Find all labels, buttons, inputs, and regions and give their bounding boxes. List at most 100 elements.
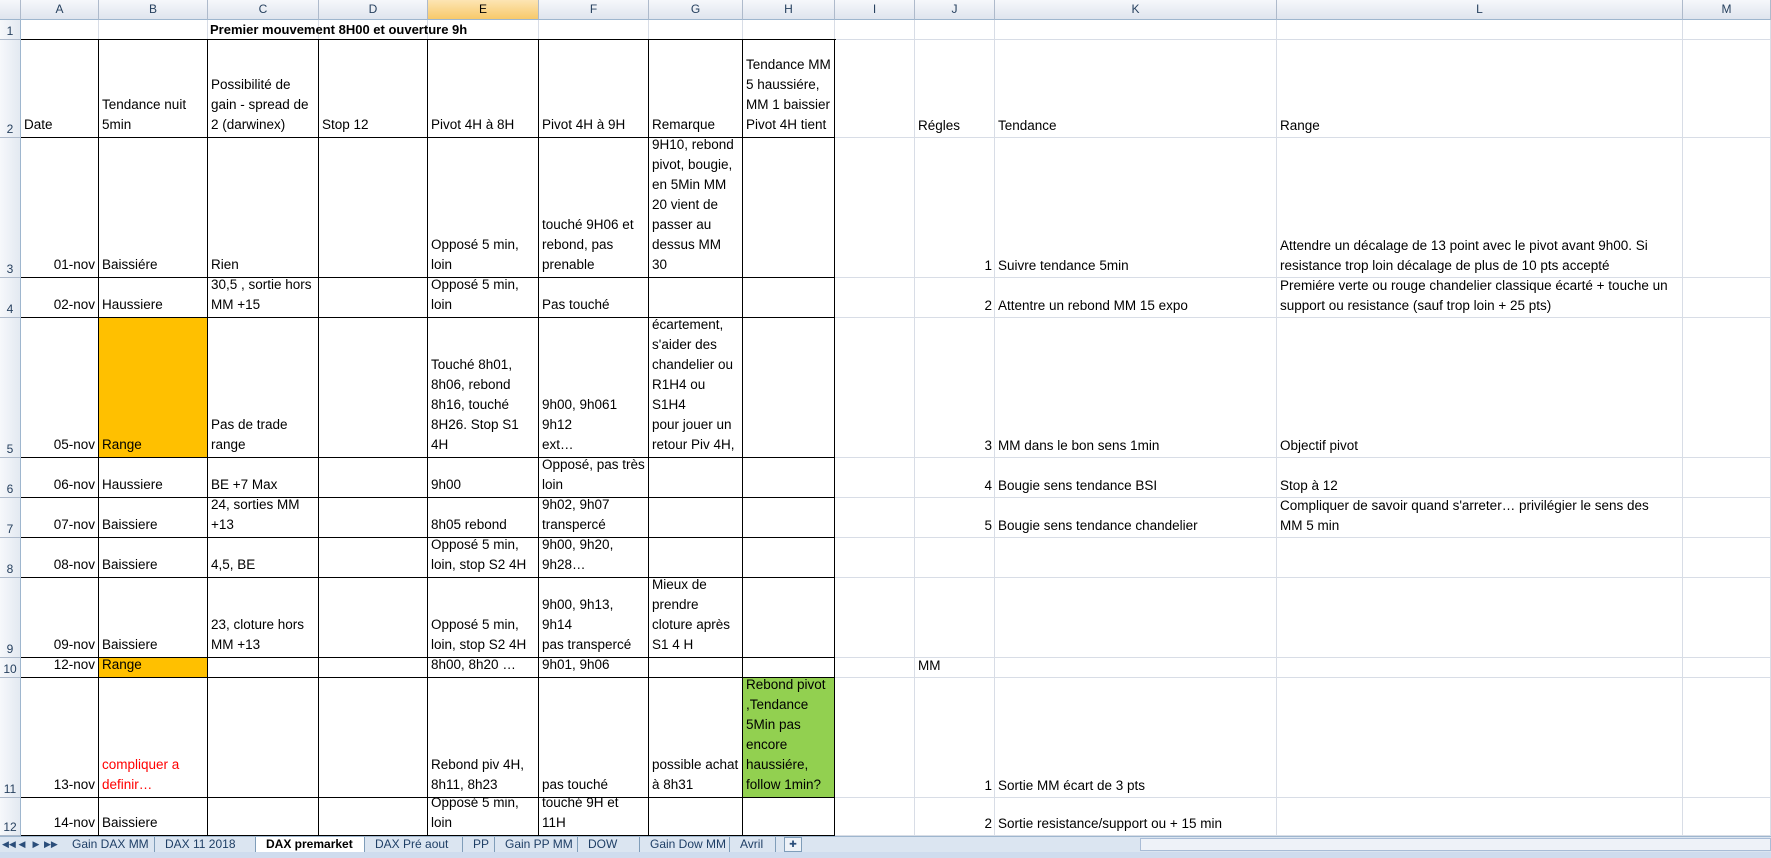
cell-f11[interactable]: pas touché (539, 678, 649, 798)
column-header-f[interactable]: F (539, 0, 649, 20)
cell-c9[interactable]: 23, cloture hors MM +13 (208, 578, 319, 658)
cell-k6[interactable]: Bougie sens tendance BSI (995, 458, 1277, 498)
column-header-i[interactable]: I (835, 0, 915, 20)
cell-b9[interactable]: Baissiere (99, 578, 208, 658)
row-header-9[interactable]: 9 (0, 578, 21, 658)
column-header-d[interactable]: D (319, 0, 428, 20)
column-header-e[interactable]: E (428, 0, 539, 20)
header-b[interactable]: Tendance nuit 5min (99, 40, 208, 138)
cell-l5[interactable]: Objectif pivot (1277, 318, 1677, 458)
row-header-5[interactable]: 5 (0, 318, 21, 458)
cell-b3[interactable]: Baissiére (99, 138, 208, 278)
first-sheet-arrow-icon[interactable]: ◀◀ (2, 837, 16, 852)
row-header-3[interactable]: 3 (0, 138, 21, 278)
cell-f6[interactable]: Opposé, pas très loin (539, 458, 649, 498)
cell-j10[interactable]: MM (915, 658, 995, 678)
cell-k11[interactable]: Sortie MM écart de 3 pts (995, 678, 1277, 798)
header-f[interactable]: Pivot 4H à 9H (539, 40, 649, 138)
row-header-8[interactable]: 8 (0, 538, 21, 578)
cell-g10[interactable] (649, 658, 743, 678)
header-k[interactable]: Tendance (995, 40, 1277, 138)
column-header-c[interactable]: C (208, 0, 319, 20)
header-g[interactable]: Remarque (649, 40, 743, 138)
cell-e8[interactable]: Opposé 5 min, loin, stop S2 4H (428, 538, 539, 578)
cell-a10[interactable]: 12-nov (21, 658, 99, 678)
select-all-corner[interactable] (0, 0, 21, 20)
row-header-6[interactable]: 6 (0, 458, 21, 498)
cell-j12[interactable]: 2 (915, 798, 995, 836)
cell-d11[interactable] (319, 678, 428, 798)
header-e[interactable]: Pivot 4H à 8H (428, 40, 539, 138)
cell-f3[interactable]: touché 9H06 et rebond, pas prenable (539, 138, 649, 278)
sheet-tab-pp[interactable]: PP (463, 837, 495, 852)
cell-a3[interactable]: 01-nov (21, 138, 99, 278)
cell-j7[interactable]: 5 (915, 498, 995, 538)
cell-c10[interactable] (208, 658, 319, 678)
row-header-4[interactable]: 4 (0, 278, 21, 318)
sheet-tab-avril[interactable]: Avril (730, 837, 776, 852)
cell-e6[interactable]: 9h00 (428, 458, 539, 498)
cell-b7[interactable]: Baissiere (99, 498, 208, 538)
cell-d7[interactable] (319, 498, 428, 538)
cell-g4[interactable] (649, 278, 743, 318)
cell-d5[interactable] (319, 318, 428, 458)
horizontal-scrollbar[interactable] (1140, 838, 1771, 851)
header-l[interactable]: Range (1277, 40, 1683, 138)
column-header-m[interactable]: M (1683, 0, 1771, 20)
column-header-g[interactable]: G (649, 0, 743, 20)
cell-k12[interactable]: Sortie resistance/support ou + 15 min (995, 798, 1277, 836)
cell-d10[interactable] (319, 658, 428, 678)
column-header-a[interactable]: A (21, 0, 99, 20)
cell-f12[interactable]: touché 9H et 11H (539, 798, 649, 836)
sheet-tab-gain-dow-mm[interactable]: Gain Dow MM (640, 837, 730, 852)
cell-e4[interactable]: Opposé 5 min, loin (428, 278, 539, 318)
cell-l6[interactable]: Stop à 12 (1277, 458, 1677, 498)
cell-f7[interactable]: 9h02, 9h07 transpercé (539, 498, 649, 538)
cell-h4[interactable] (743, 278, 835, 318)
cell-j4[interactable]: 2 (915, 278, 995, 318)
cell-f4[interactable]: Pas touché (539, 278, 649, 318)
cell-e11[interactable]: Rebond piv 4H, 8h11, 8h23 (428, 678, 539, 798)
cell-g9[interactable]: Mieux de prendre cloture après S1 4 H (649, 578, 743, 658)
cell-c5[interactable]: Pas de trade range (208, 318, 319, 458)
cell-d6[interactable] (319, 458, 428, 498)
column-header-b[interactable]: B (99, 0, 208, 20)
cell-b5[interactable]: Range (99, 318, 208, 458)
row-header-11[interactable]: 11 (0, 678, 21, 798)
cell-a4[interactable]: 02-nov (21, 278, 99, 318)
cell-e5[interactable]: Touché 8h01, 8h06, rebond 8h16, touché 8… (428, 318, 539, 458)
cell-g7[interactable] (649, 498, 743, 538)
cell-c7[interactable]: 24, sorties MM +13 (208, 498, 319, 538)
spreadsheet-grid[interactable]: A B C D E F G H I J K L M 1 2 3 4 5 6 7 8 9 10 11 12 Premier mouv… (0, 0, 1771, 836)
column-header-l[interactable]: L (1277, 0, 1683, 20)
cell-c3[interactable]: Rien (208, 138, 319, 278)
sheet-tab-dow[interactable]: DOW (578, 837, 640, 852)
cell-j3[interactable]: 1 (915, 138, 995, 278)
insert-sheet-icon[interactable]: ✚ (784, 837, 802, 852)
prev-sheet-arrow-icon[interactable]: ◀ (16, 837, 28, 852)
cell-k4[interactable]: Attentre un rebond MM 15 expo (995, 278, 1277, 318)
cell-b4[interactable]: Haussiere (99, 278, 208, 318)
cell-d8[interactable] (319, 538, 428, 578)
cell-b8[interactable]: Baissiere (99, 538, 208, 578)
cell-a12[interactable]: 14-nov (21, 798, 99, 836)
cell-a8[interactable]: 08-nov (21, 538, 99, 578)
cell-c11[interactable] (208, 678, 319, 798)
cell-h11[interactable]: Rebond pivot ,Tendance 5Min pas encore h… (743, 678, 835, 798)
sheet-tab-gain-dax-mm[interactable]: Gain DAX MM (62, 837, 155, 852)
row-header-1[interactable]: 1 (0, 20, 21, 40)
header-c[interactable]: Possibilité de gain - spread de 2 (darwi… (208, 40, 319, 138)
cell-c12[interactable] (208, 798, 319, 836)
row-header-10[interactable]: 10 (0, 658, 21, 678)
cell-a5[interactable]: 05-nov (21, 318, 99, 458)
cell-b11[interactable]: compliquer a definir… (99, 678, 208, 798)
next-sheet-arrow-icon[interactable]: ▶ (30, 837, 42, 852)
cell-h3[interactable] (743, 138, 835, 278)
header-j[interactable]: Régles (915, 40, 995, 138)
cell-h9[interactable] (743, 578, 835, 658)
sheet-tab-gain-pp-mm[interactable]: Gain PP MM (495, 837, 578, 852)
cell-d12[interactable] (319, 798, 428, 836)
row-header-7[interactable]: 7 (0, 498, 21, 538)
cell-h8[interactable] (743, 538, 835, 578)
cell-l7[interactable]: Compliquer de savoir quand s'arreter… pr… (1277, 498, 1677, 538)
